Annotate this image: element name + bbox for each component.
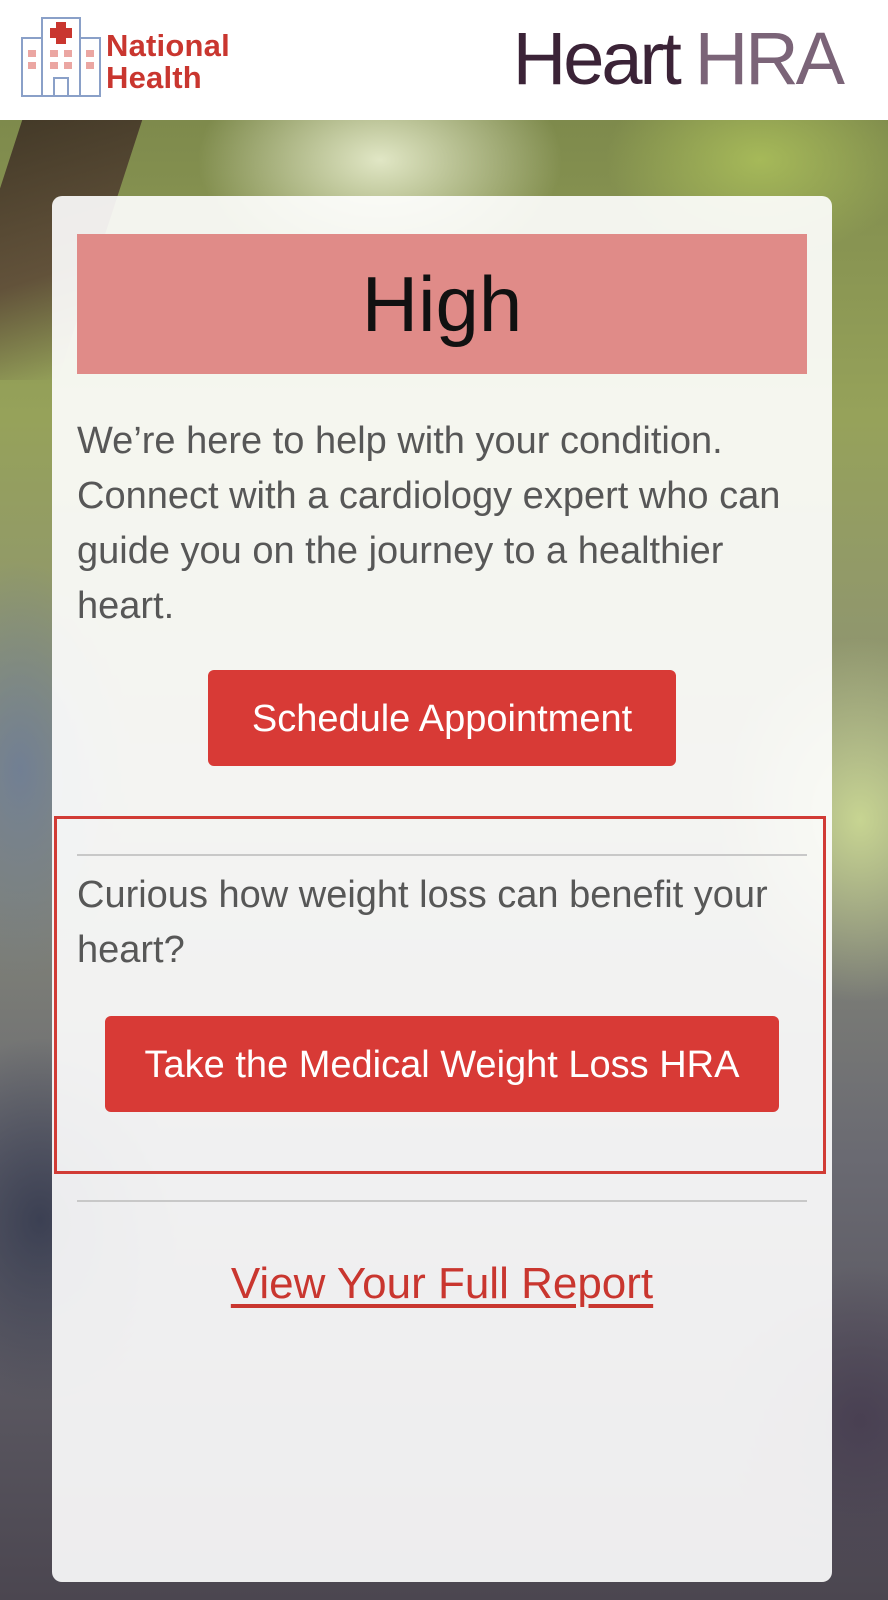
weight-loss-hra-button[interactable]: Take the Medical Weight Loss HRA bbox=[105, 1016, 779, 1112]
header: National Health Heart HRA bbox=[0, 0, 888, 120]
logo-line-2: Health bbox=[106, 60, 202, 95]
divider bbox=[77, 1200, 807, 1202]
schedule-appointment-button[interactable]: Schedule Appointment bbox=[208, 670, 676, 766]
results-card: High We’re here to help with your condit… bbox=[52, 196, 832, 1582]
product-title-hra: HRA bbox=[694, 17, 845, 100]
logo-text: National Health bbox=[106, 30, 230, 94]
view-full-report-link[interactable]: View Your Full Report bbox=[52, 1256, 832, 1312]
product-title-heart: Heart bbox=[512, 17, 682, 100]
product-title: Heart HRA bbox=[512, 14, 845, 104]
hospital-building-icon bbox=[21, 17, 101, 97]
national-health-logo[interactable]: National Health bbox=[20, 16, 260, 100]
logo-line-1: National bbox=[106, 28, 230, 63]
risk-level-banner: High bbox=[77, 234, 807, 374]
result-message: We’re here to help with your condition. … bbox=[77, 420, 781, 627]
divider bbox=[77, 854, 807, 856]
weight-loss-question: Curious how weight loss can benefit your… bbox=[77, 874, 768, 971]
page: National Health Heart HRA High We’re here… bbox=[0, 0, 888, 1600]
